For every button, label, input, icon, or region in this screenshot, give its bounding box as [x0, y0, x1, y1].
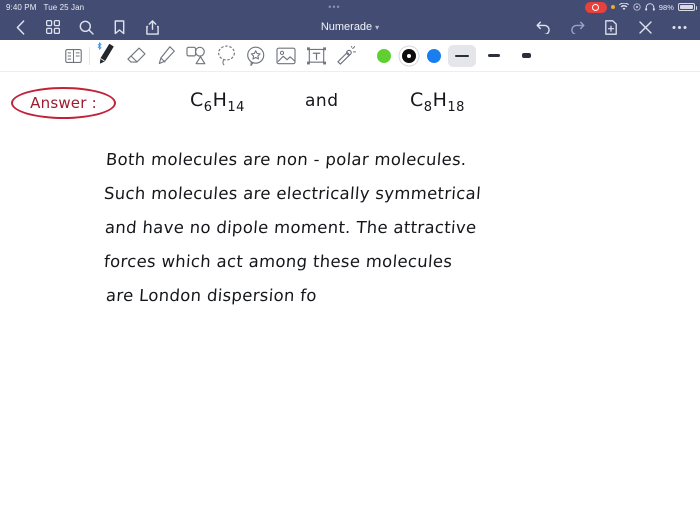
color-swatch-black-wrap[interactable] — [396, 41, 421, 71]
color-swatch-black[interactable] — [401, 48, 416, 63]
note-canvas[interactable]: Answer : C6H14 and C8H18 Both molecules … — [0, 72, 700, 525]
redo-button[interactable] — [568, 18, 586, 36]
search-button[interactable] — [77, 18, 95, 36]
answer-text-line-3: and have no dipole moment. The attractiv… — [104, 218, 478, 237]
tool-palette — [0, 40, 700, 72]
status-date: Tue 25 Jan — [43, 2, 85, 12]
status-bar-right: 98% — [584, 1, 700, 13]
thumbnails-button[interactable] — [44, 18, 62, 36]
formula-left-c-sub: 6 — [203, 99, 213, 115]
notes-app-window: 9:40 PM Tue 25 Jan ••• 98% Numerade ▾ An… — [0, 0, 700, 525]
headphones-icon — [644, 3, 655, 11]
formula-right-h: H — [432, 89, 448, 111]
chevron-down-icon[interactable]: ▾ — [375, 23, 379, 32]
eraser-tool[interactable] — [121, 41, 151, 71]
answer-text-line-2: Such molecules are electrically symmetri… — [103, 184, 482, 203]
pen-tool[interactable] — [91, 41, 121, 71]
record-dot-icon[interactable] — [584, 1, 607, 13]
status-bar: 9:40 PM Tue 25 Jan ••• 98% — [0, 0, 700, 14]
formula-left-h: H — [212, 89, 228, 111]
highlighter-tool[interactable] — [151, 41, 181, 71]
back-button[interactable] — [11, 18, 29, 36]
sticker-tool[interactable] — [241, 41, 271, 71]
formula-right-h-sub: 18 — [447, 99, 465, 115]
window-handle-dots-icon[interactable]: ••• — [328, 3, 340, 12]
answer-text-line-4: forces which act among these molecules — [103, 252, 453, 271]
formula-left-c: C — [190, 89, 204, 111]
lasso-tool[interactable] — [211, 41, 241, 71]
orange-indicator-dot-icon — [610, 5, 615, 9]
color-swatch-blue[interactable] — [426, 48, 441, 63]
gear-icon — [633, 3, 641, 11]
formula-right-c: C — [410, 89, 424, 111]
palette-divider — [89, 46, 90, 65]
status-bar-left: 9:40 PM Tue 25 Jan — [0, 3, 84, 12]
bookmark-button[interactable] — [110, 18, 128, 36]
more-button[interactable] — [670, 18, 688, 36]
stroke-width-medium[interactable] — [480, 45, 508, 67]
battery-icon — [678, 3, 697, 11]
share-button[interactable] — [143, 18, 161, 36]
shapes-tool[interactable] — [181, 41, 211, 71]
page-layout-tool[interactable] — [58, 41, 88, 71]
document-title[interactable]: Numerade — [321, 21, 372, 33]
stroke-width-thin[interactable] — [448, 44, 476, 67]
formula-conjunction: and — [305, 91, 339, 111]
add-page-button[interactable] — [602, 18, 620, 36]
undo-button[interactable] — [534, 18, 552, 36]
answer-label: Answer : — [30, 94, 97, 112]
status-time: 9:40 PM — [6, 2, 37, 12]
battery-percent: 98% — [658, 2, 674, 12]
formula-octane: C8H18 — [410, 89, 465, 115]
color-swatch-blue-wrap[interactable] — [421, 41, 446, 71]
status-bar-center: ••• — [84, 3, 584, 12]
navigation-right-group — [534, 18, 700, 36]
formula-left-h-sub: 14 — [227, 99, 245, 115]
close-button[interactable] — [636, 18, 654, 36]
text-tool[interactable] — [301, 41, 331, 71]
image-tool[interactable] — [271, 41, 301, 71]
color-swatch-green[interactable] — [376, 48, 391, 63]
formula-hexane: C6H14 — [190, 89, 245, 115]
laser-tool[interactable] — [331, 41, 361, 71]
wifi-icon — [618, 3, 629, 11]
answer-text-line-1: Both molecules are non - polar molecules… — [105, 150, 468, 169]
formula-right-c-sub: 8 — [423, 99, 433, 115]
navigation-left-group — [0, 18, 161, 36]
color-swatch-green-wrap[interactable] — [371, 41, 396, 71]
answer-text-line-5: are London dispersion fo — [105, 286, 318, 305]
stroke-width-thick[interactable] — [512, 45, 540, 67]
navigation-bar: Numerade ▾ — [0, 14, 700, 40]
answer-annotation: Answer : — [11, 87, 116, 119]
